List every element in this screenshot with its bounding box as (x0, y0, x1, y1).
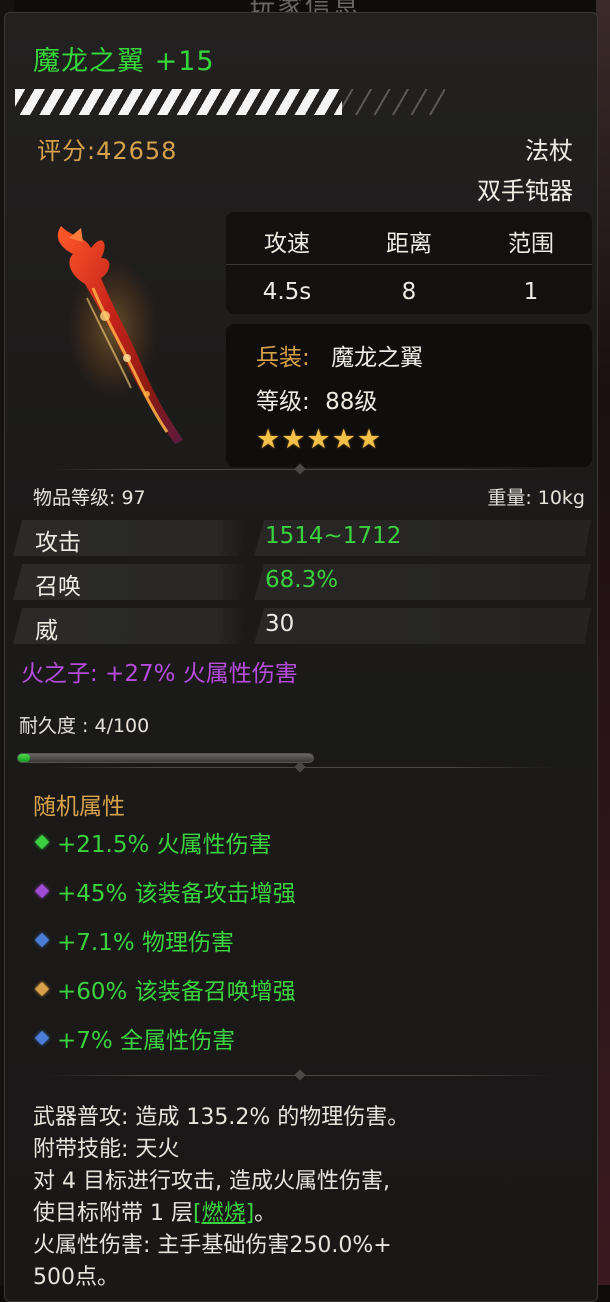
attribute-value-bg (254, 608, 591, 644)
purple-gem-icon (34, 883, 50, 899)
background-right (596, 0, 610, 1285)
weapon-staff-image (57, 226, 183, 444)
attribute-name: 召唤 (35, 574, 81, 600)
attribute-row-attack: 攻击 1514~1712 (13, 520, 591, 556)
stats-divider (226, 264, 592, 265)
weapon-name: 魔龙之翼 (331, 345, 424, 371)
random-attributes-title: 随机属性 (33, 794, 125, 820)
attribute-name: 攻击 (35, 530, 81, 556)
description-text: 使目标附带 1 层 (33, 1201, 193, 1226)
star-rating: ★★★★★ (256, 424, 383, 455)
item-tooltip-panel: 魔龙之翼 +15 评分:42658 法杖 双手钝器 攻速 距离 范围 4.5s … (4, 12, 598, 1302)
attribute-value: 30 (265, 611, 295, 637)
attribute-name: 威 (35, 618, 58, 644)
stat-header-range: 范围 (508, 231, 554, 257)
weapon-info-box: 兵装: 魔龙之翼 等级: 88级 ★★★★★ (226, 324, 592, 467)
enhance-bar-fill (15, 89, 342, 115)
stats-table: 攻速 距离 范围 4.5s 8 1 (226, 212, 592, 314)
item-subcategory: 双手钝器 (477, 177, 573, 205)
description-line: 附带技能: 天火 (33, 1137, 180, 1162)
divider-ornament (294, 1069, 306, 1081)
level-label: 等级: (256, 389, 310, 415)
stat-header-distance: 距离 (386, 231, 432, 257)
enhance-bar-empty (333, 89, 445, 115)
attribute-row-summon: 召唤 68.3% (13, 564, 591, 600)
level-line: 等级: 88级 (256, 382, 377, 416)
random-attribute-item: +7% 全属性伤害 (34, 1021, 236, 1055)
set-bonus: 火之子: +27% 火属性伤害 (21, 661, 298, 687)
attribute-value: 68.3% (265, 567, 339, 593)
item-title: 魔龙之翼 +15 (33, 46, 215, 77)
random-attribute-item: +60% 该装备召唤增强 (34, 972, 296, 1006)
description-line: 火属性伤害: 主手基础伤害250.0%+ (33, 1233, 392, 1258)
description-line: 武器普攻: 造成 135.2% 的物理伤害。 (33, 1105, 410, 1130)
random-attribute-text: +45% 该装备攻击增强 (57, 881, 296, 907)
stat-value-range: 1 (523, 279, 539, 305)
random-attribute-text: +7.1% 物理伤害 (57, 930, 235, 956)
stat-value-attack-speed: 4.5s (262, 279, 312, 305)
weapon-label: 兵装: (256, 345, 310, 371)
description-text: 。 (254, 1201, 277, 1226)
item-weight: 重量: 10kg (487, 487, 585, 509)
item-category: 法杖 (525, 137, 573, 165)
random-attribute-text: +7% 全属性伤害 (57, 1028, 236, 1054)
durability-bar (17, 753, 314, 763)
item-level: 物品等级: 97 (33, 487, 146, 509)
random-attribute-text: +60% 该装备召唤增强 (57, 979, 296, 1005)
random-attribute-item: +21.5% 火属性伤害 (34, 825, 272, 859)
weapon-name-line: 兵装: 魔龙之翼 (256, 338, 423, 372)
blue-gem-icon (34, 932, 50, 948)
durability-label: 耐久度 : 4/100 (19, 715, 150, 737)
random-attribute-item: +45% 该装备攻击增强 (34, 874, 296, 908)
level-value: 88级 (325, 389, 378, 415)
attribute-row-might: 威 30 (13, 608, 591, 644)
durability-bar-fill (18, 754, 30, 762)
description-line: 500点。 (33, 1265, 119, 1290)
item-score: 评分:42658 (37, 137, 178, 165)
green-gem-icon (34, 834, 50, 850)
attribute-value: 1514~1712 (265, 523, 402, 549)
stat-header-attack-speed: 攻速 (264, 231, 310, 257)
burn-status-link[interactable]: [燃烧] (193, 1201, 254, 1226)
stat-value-distance: 8 (401, 279, 417, 305)
random-attribute-item: +7.1% 物理伤害 (34, 923, 235, 957)
divider-ornament (294, 761, 306, 773)
random-attribute-text: +21.5% 火属性伤害 (57, 832, 272, 858)
description-line: 对 4 目标进行攻击, 造成火属性伤害, (33, 1169, 390, 1194)
blue-gem-icon (34, 1030, 50, 1046)
gold-gem-icon (34, 981, 50, 997)
description-line: 使目标附带 1 层[燃烧]。 (33, 1195, 276, 1227)
